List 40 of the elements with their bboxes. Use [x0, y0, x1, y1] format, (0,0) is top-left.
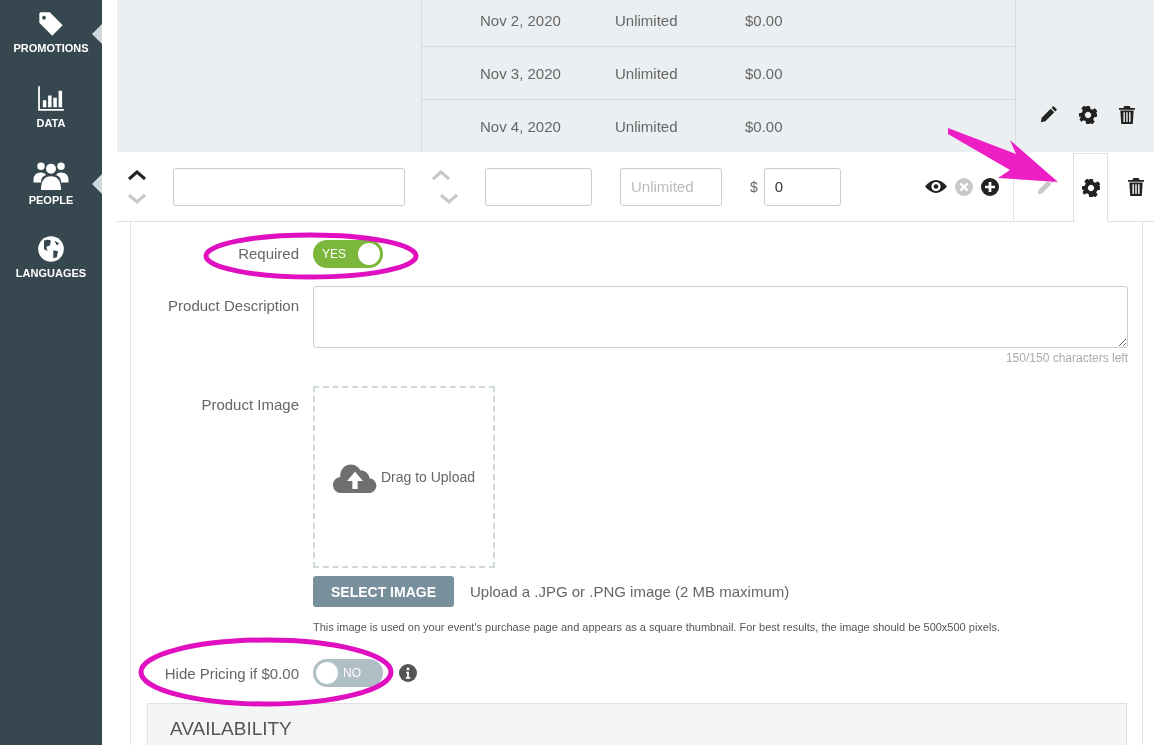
date-cell-text: Nov 3, 2020	[480, 64, 562, 82]
field-label: Hide Pricing if $0.00	[163, 664, 299, 682]
character-counter: 150/150 characters left	[1004, 351, 1128, 365]
info-icon[interactable]	[399, 664, 417, 682]
quantity-cell-text: Unlimited	[615, 117, 679, 135]
globe-icon	[37, 235, 65, 263]
sidebar-item[interactable]: DATA	[0, 85, 102, 160]
price-input[interactable]: 0	[763, 167, 841, 206]
price-cell: $0.00	[745, 64, 783, 82]
upload-hint: Upload a .JPG or .PNG image (2 MB maximum)	[470, 583, 790, 600]
tag-icon	[37, 10, 65, 38]
trash-icon[interactable]	[1119, 106, 1135, 124]
sidebar-item[interactable]: PROMOTIONS	[0, 10, 102, 85]
name-input[interactable]	[173, 167, 405, 206]
gear-icon	[1082, 178, 1100, 197]
currency-symbol: $	[750, 178, 758, 195]
field-label: Product Description	[167, 297, 299, 314]
pencil-icon[interactable]	[1039, 106, 1057, 124]
add-icon[interactable]	[981, 177, 999, 196]
date-cell-text: Nov 2, 2020	[480, 11, 562, 29]
image-note: This image is used on your event's purchase page and appears as a square thumbnail. For best results, the image should be 500x500 pixels.	[313, 621, 1001, 633]
upload-dropzone[interactable]: Drag to Upload	[313, 386, 495, 568]
price-cell: $0.00	[745, 117, 783, 135]
quantity-cell-text: Unlimited	[615, 64, 679, 82]
price-cell: $0.00	[745, 11, 783, 29]
field-label: Product Image	[200, 396, 299, 413]
description-field[interactable]	[313, 286, 1128, 348]
date-input[interactable]	[485, 167, 592, 206]
sidebar-item[interactable]: PEOPLE	[0, 160, 102, 235]
date-cell-text: Nov 4, 2020	[480, 117, 562, 135]
quantity-cell-text: Unlimited	[615, 11, 679, 29]
trash-icon[interactable]	[1128, 177, 1145, 196]
settings-tab[interactable]	[1073, 152, 1109, 223]
gear-icon[interactable]	[1079, 106, 1097, 124]
section-title: AVAILABILITY	[170, 718, 292, 739]
sidebar-item[interactable]: LANGUAGES	[0, 235, 102, 310]
quantity-input[interactable]: Unlimited	[620, 167, 722, 206]
people-icon	[33, 160, 69, 190]
eye-icon[interactable]	[925, 179, 947, 194]
field-label: Required	[237, 244, 299, 264]
